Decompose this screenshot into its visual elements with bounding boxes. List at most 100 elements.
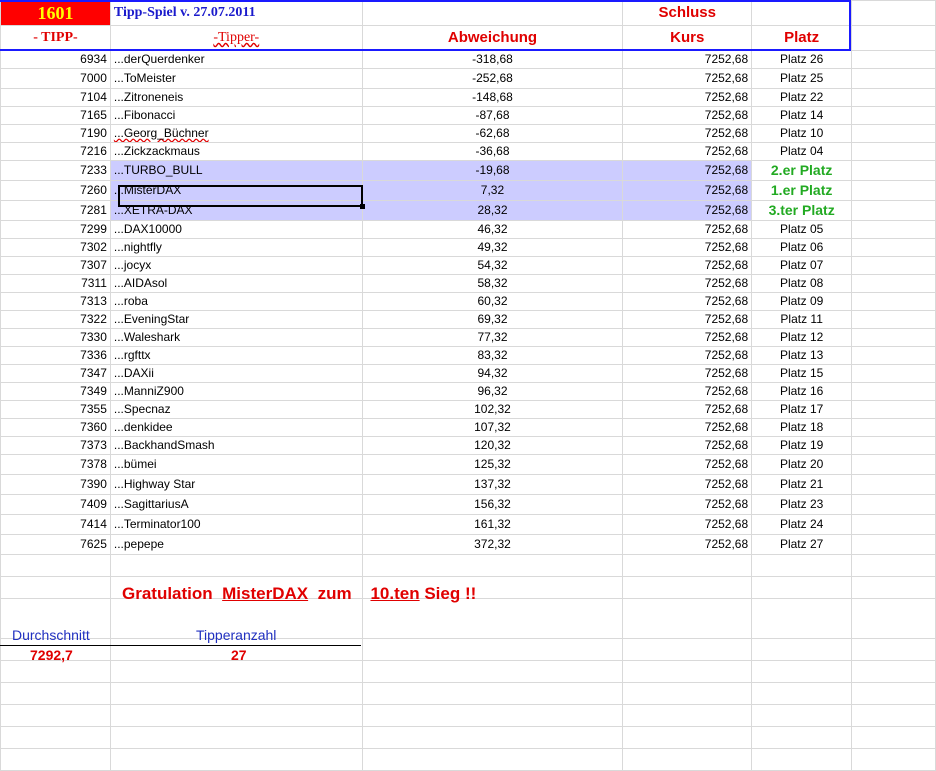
- kurs-cell[interactable]: 7252,68: [622, 160, 753, 181]
- abweichung-cell[interactable]: -87,68: [361, 106, 624, 125]
- empty-cell[interactable]: [851, 554, 936, 577]
- tipp-cell[interactable]: 7378: [0, 454, 111, 475]
- tipper-cell[interactable]: ...Specnaz: [109, 400, 363, 419]
- empty-cell[interactable]: [851, 346, 936, 365]
- abweichung-cell[interactable]: 107,32: [361, 418, 624, 437]
- empty-cell[interactable]: [851, 106, 936, 125]
- platz-cell[interactable]: Platz 07: [751, 256, 853, 275]
- empty-cell[interactable]: [109, 660, 363, 683]
- tipper-cell[interactable]: ...derQuerdenker: [109, 50, 363, 69]
- kurs-cell[interactable]: 7252,68: [622, 514, 753, 535]
- abweichung-cell[interactable]: 28,32: [361, 200, 624, 221]
- platz-cell[interactable]: Platz 04: [751, 142, 853, 161]
- kurs-cell[interactable]: 7252,68: [622, 436, 753, 455]
- tipper-cell[interactable]: ...rgfttx: [109, 346, 363, 365]
- platz-cell[interactable]: 2.er Platz: [751, 160, 853, 181]
- empty-cell[interactable]: [851, 25, 936, 51]
- empty-cell[interactable]: [622, 638, 753, 661]
- tipp-cell[interactable]: 7313: [0, 292, 111, 311]
- empty-cell[interactable]: [622, 554, 753, 577]
- abweichung-cell[interactable]: 156,32: [361, 494, 624, 515]
- tipper-cell[interactable]: ...bümei: [109, 454, 363, 475]
- kurs-cell[interactable]: 7252,68: [622, 274, 753, 293]
- empty-cell[interactable]: [851, 68, 936, 89]
- empty-cell[interactable]: [851, 220, 936, 239]
- tipper-cell[interactable]: ...Georg_Büchner: [109, 124, 363, 143]
- kurs-cell[interactable]: 7252,68: [622, 200, 753, 221]
- empty-cell[interactable]: [109, 748, 363, 771]
- fill-handle[interactable]: [360, 204, 365, 209]
- empty-cell[interactable]: [851, 494, 936, 515]
- platz-cell[interactable]: Platz 18: [751, 418, 853, 437]
- platz-cell[interactable]: Platz 17: [751, 400, 853, 419]
- empty-cell[interactable]: [361, 748, 624, 771]
- empty-cell[interactable]: [751, 554, 853, 577]
- gratulation-text[interactable]: Gratulation MisterDAX zum 10.ten Sieg !!: [122, 584, 476, 604]
- empty-cell[interactable]: [851, 274, 936, 293]
- platz-cell[interactable]: Platz 05: [751, 220, 853, 239]
- platz-cell[interactable]: Platz 06: [751, 238, 853, 257]
- abweichung-cell[interactable]: 372,32: [361, 534, 624, 555]
- empty-cell[interactable]: [851, 418, 936, 437]
- platz-cell[interactable]: Platz 27: [751, 534, 853, 555]
- title-cell[interactable]: Tipp-Spiel v. 27.07.2011: [109, 0, 363, 26]
- kurs-cell[interactable]: 7252,68: [622, 292, 753, 311]
- abweichung-cell[interactable]: -148,68: [361, 88, 624, 107]
- platz-cell[interactable]: Platz 13: [751, 346, 853, 365]
- abweichung-cell[interactable]: 137,32: [361, 474, 624, 495]
- platz-cell[interactable]: Platz 23: [751, 494, 853, 515]
- tipp-cell[interactable]: 7190: [0, 124, 111, 143]
- platz-cell[interactable]: Platz 26: [751, 50, 853, 69]
- abweichung-cell[interactable]: 94,32: [361, 364, 624, 383]
- empty-cell[interactable]: [361, 682, 624, 705]
- platz-cell[interactable]: Platz 09: [751, 292, 853, 311]
- empty-cell[interactable]: [751, 0, 853, 26]
- kurs-cell[interactable]: 7252,68: [622, 238, 753, 257]
- empty-cell[interactable]: [109, 704, 363, 727]
- tipp-cell[interactable]: 7330: [0, 328, 111, 347]
- empty-cell[interactable]: [622, 660, 753, 683]
- empty-cell[interactable]: [851, 514, 936, 535]
- kurs-cell[interactable]: 7252,68: [622, 220, 753, 239]
- empty-cell[interactable]: [751, 704, 853, 727]
- tipp-cell[interactable]: 7000: [0, 68, 111, 89]
- tipper-cell[interactable]: ...XETRA-DAX: [109, 200, 363, 221]
- kurs-cell[interactable]: 7252,68: [622, 534, 753, 555]
- abweichung-cell[interactable]: 7,32: [361, 180, 624, 201]
- tipp-cell[interactable]: 7360: [0, 418, 111, 437]
- empty-cell[interactable]: [851, 160, 936, 181]
- tipp-cell[interactable]: 7390: [0, 474, 111, 495]
- empty-cell[interactable]: [851, 328, 936, 347]
- empty-cell[interactable]: [851, 382, 936, 401]
- empty-cell[interactable]: [851, 576, 936, 599]
- tipp-cell[interactable]: 7299: [0, 220, 111, 239]
- col-header-kurs[interactable]: Kurs: [622, 25, 753, 51]
- tipper-cell[interactable]: ...Waleshark: [109, 328, 363, 347]
- empty-cell[interactable]: [751, 576, 853, 599]
- kurs-cell[interactable]: 7252,68: [622, 310, 753, 329]
- abweichung-cell[interactable]: 161,32: [361, 514, 624, 535]
- tipper-cell[interactable]: ...DAX10000: [109, 220, 363, 239]
- empty-cell[interactable]: [851, 638, 936, 661]
- platz-cell[interactable]: Platz 10: [751, 124, 853, 143]
- empty-cell[interactable]: [622, 682, 753, 705]
- empty-cell[interactable]: [361, 704, 624, 727]
- empty-cell[interactable]: [851, 180, 936, 201]
- empty-cell[interactable]: [851, 124, 936, 143]
- empty-cell[interactable]: [0, 660, 111, 683]
- kurs-cell[interactable]: 7252,68: [622, 142, 753, 161]
- platz-cell[interactable]: Platz 21: [751, 474, 853, 495]
- empty-cell[interactable]: [361, 638, 624, 661]
- abweichung-cell[interactable]: 60,32: [361, 292, 624, 311]
- empty-cell[interactable]: [109, 726, 363, 749]
- tipper-cell[interactable]: ...nightfly: [109, 238, 363, 257]
- kurs-cell[interactable]: 7252,68: [622, 346, 753, 365]
- platz-cell[interactable]: Platz 11: [751, 310, 853, 329]
- abweichung-cell[interactable]: 102,32: [361, 400, 624, 419]
- tipp-cell[interactable]: 7104: [0, 88, 111, 107]
- empty-cell[interactable]: [361, 598, 624, 639]
- abweichung-cell[interactable]: 77,32: [361, 328, 624, 347]
- platz-cell[interactable]: Platz 19: [751, 436, 853, 455]
- empty-cell[interactable]: [851, 400, 936, 419]
- empty-cell[interactable]: [851, 88, 936, 107]
